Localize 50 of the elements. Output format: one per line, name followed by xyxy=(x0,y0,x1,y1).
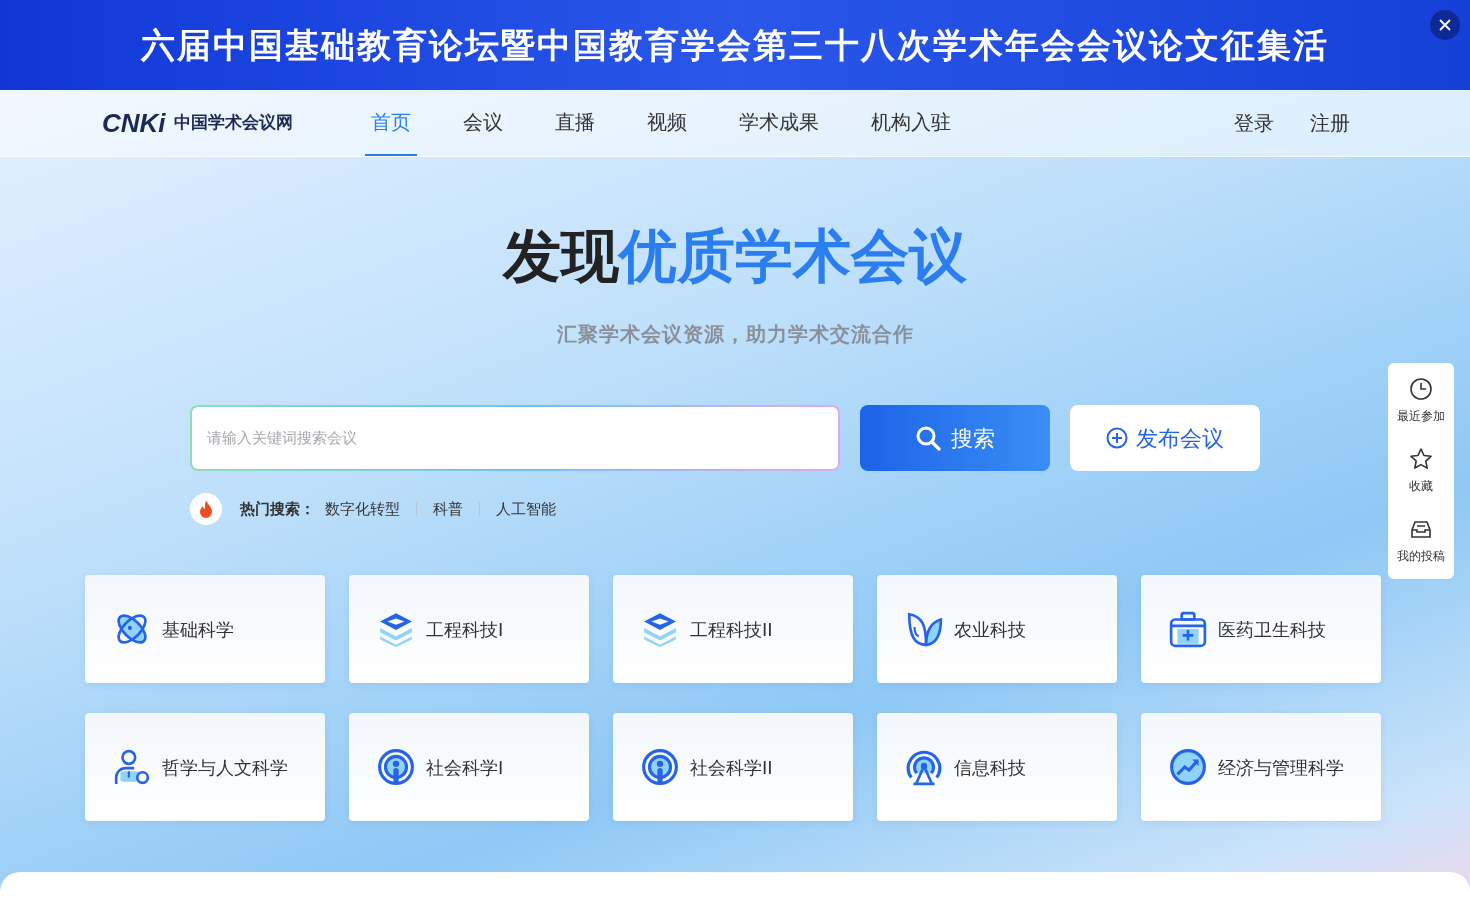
star-icon xyxy=(1409,447,1433,471)
hot-search-link[interactable]: 人工智能 xyxy=(496,497,556,521)
hot-search-label: 热门搜索： xyxy=(240,498,315,520)
leaf-icon xyxy=(905,610,943,648)
logo-mark: CNKi xyxy=(102,110,166,136)
hot-search-link[interactable]: 科普 xyxy=(433,497,463,521)
clock-icon xyxy=(1409,377,1433,401)
antenna-icon xyxy=(905,748,943,786)
layers-icon xyxy=(641,610,679,648)
nav-tab[interactable]: 学术成果 xyxy=(732,90,825,156)
search-field[interactable]: 请输入关键词搜索会议 xyxy=(190,405,840,471)
trend-chart-icon xyxy=(1169,748,1207,786)
podcast-icon xyxy=(377,748,415,786)
nav-tab[interactable]: 首页 xyxy=(364,90,417,156)
auth-link[interactable]: 登录 xyxy=(1234,108,1274,138)
add-icon xyxy=(1106,427,1128,449)
layers-icon xyxy=(377,610,415,648)
search-button[interactable]: 搜索 xyxy=(860,405,1050,471)
hero-title-highlight: 优质学术会议 xyxy=(619,227,967,285)
nav-tab[interactable]: 机构入驻 xyxy=(864,90,957,156)
category-card[interactable]: 社会科学I xyxy=(349,713,589,821)
site-name: 中国学术会议网 xyxy=(173,111,293,135)
auth-link[interactable]: 注册 xyxy=(1310,108,1350,138)
category-card[interactable]: 社会科学II xyxy=(613,713,853,821)
category-card[interactable]: 医药卫生科技 xyxy=(1141,575,1381,683)
flame-icon xyxy=(190,493,222,525)
nav-tab[interactable]: 视频 xyxy=(640,90,693,156)
person-icon xyxy=(113,748,151,786)
search-icon xyxy=(915,425,941,451)
category-card[interactable]: 农业科技 xyxy=(877,575,1117,683)
category-card[interactable]: 工程科技II xyxy=(613,575,853,683)
category-card[interactable]: 经济与管理科学 xyxy=(1141,713,1381,821)
category-card[interactable]: 工程科技I xyxy=(349,575,589,683)
close-button[interactable] xyxy=(1430,10,1460,40)
publish-button[interactable]: 发布会议 xyxy=(1070,405,1260,471)
side-panel-item[interactable]: 我的投稿 xyxy=(1397,517,1445,565)
hero-subtitle: 汇聚学术会议资源，助力学术交流合作 xyxy=(556,321,914,348)
side-panel-item[interactable]: 收藏 xyxy=(1409,447,1433,495)
hero-title-lead: 发现 xyxy=(503,227,619,285)
category-card[interactable]: 基础科学 xyxy=(85,575,325,683)
nav-tab[interactable]: 直播 xyxy=(548,90,601,156)
side-panel-item[interactable]: 最近参加 xyxy=(1397,377,1445,425)
medical-kit-icon xyxy=(1169,610,1207,648)
hot-search-link[interactable]: 数字化转型 xyxy=(325,497,400,521)
category-card[interactable]: 哲学与人文科学 xyxy=(85,713,325,821)
nav-tab[interactable]: 会议 xyxy=(456,90,509,156)
close-icon xyxy=(1438,18,1452,32)
category-card[interactable]: 信息科技 xyxy=(877,713,1117,821)
podcast-icon xyxy=(641,748,679,786)
banner-title: 六届中国基础教育论坛暨中国教育学会第三十八次学术年会会议论文征集活 xyxy=(141,23,1329,67)
